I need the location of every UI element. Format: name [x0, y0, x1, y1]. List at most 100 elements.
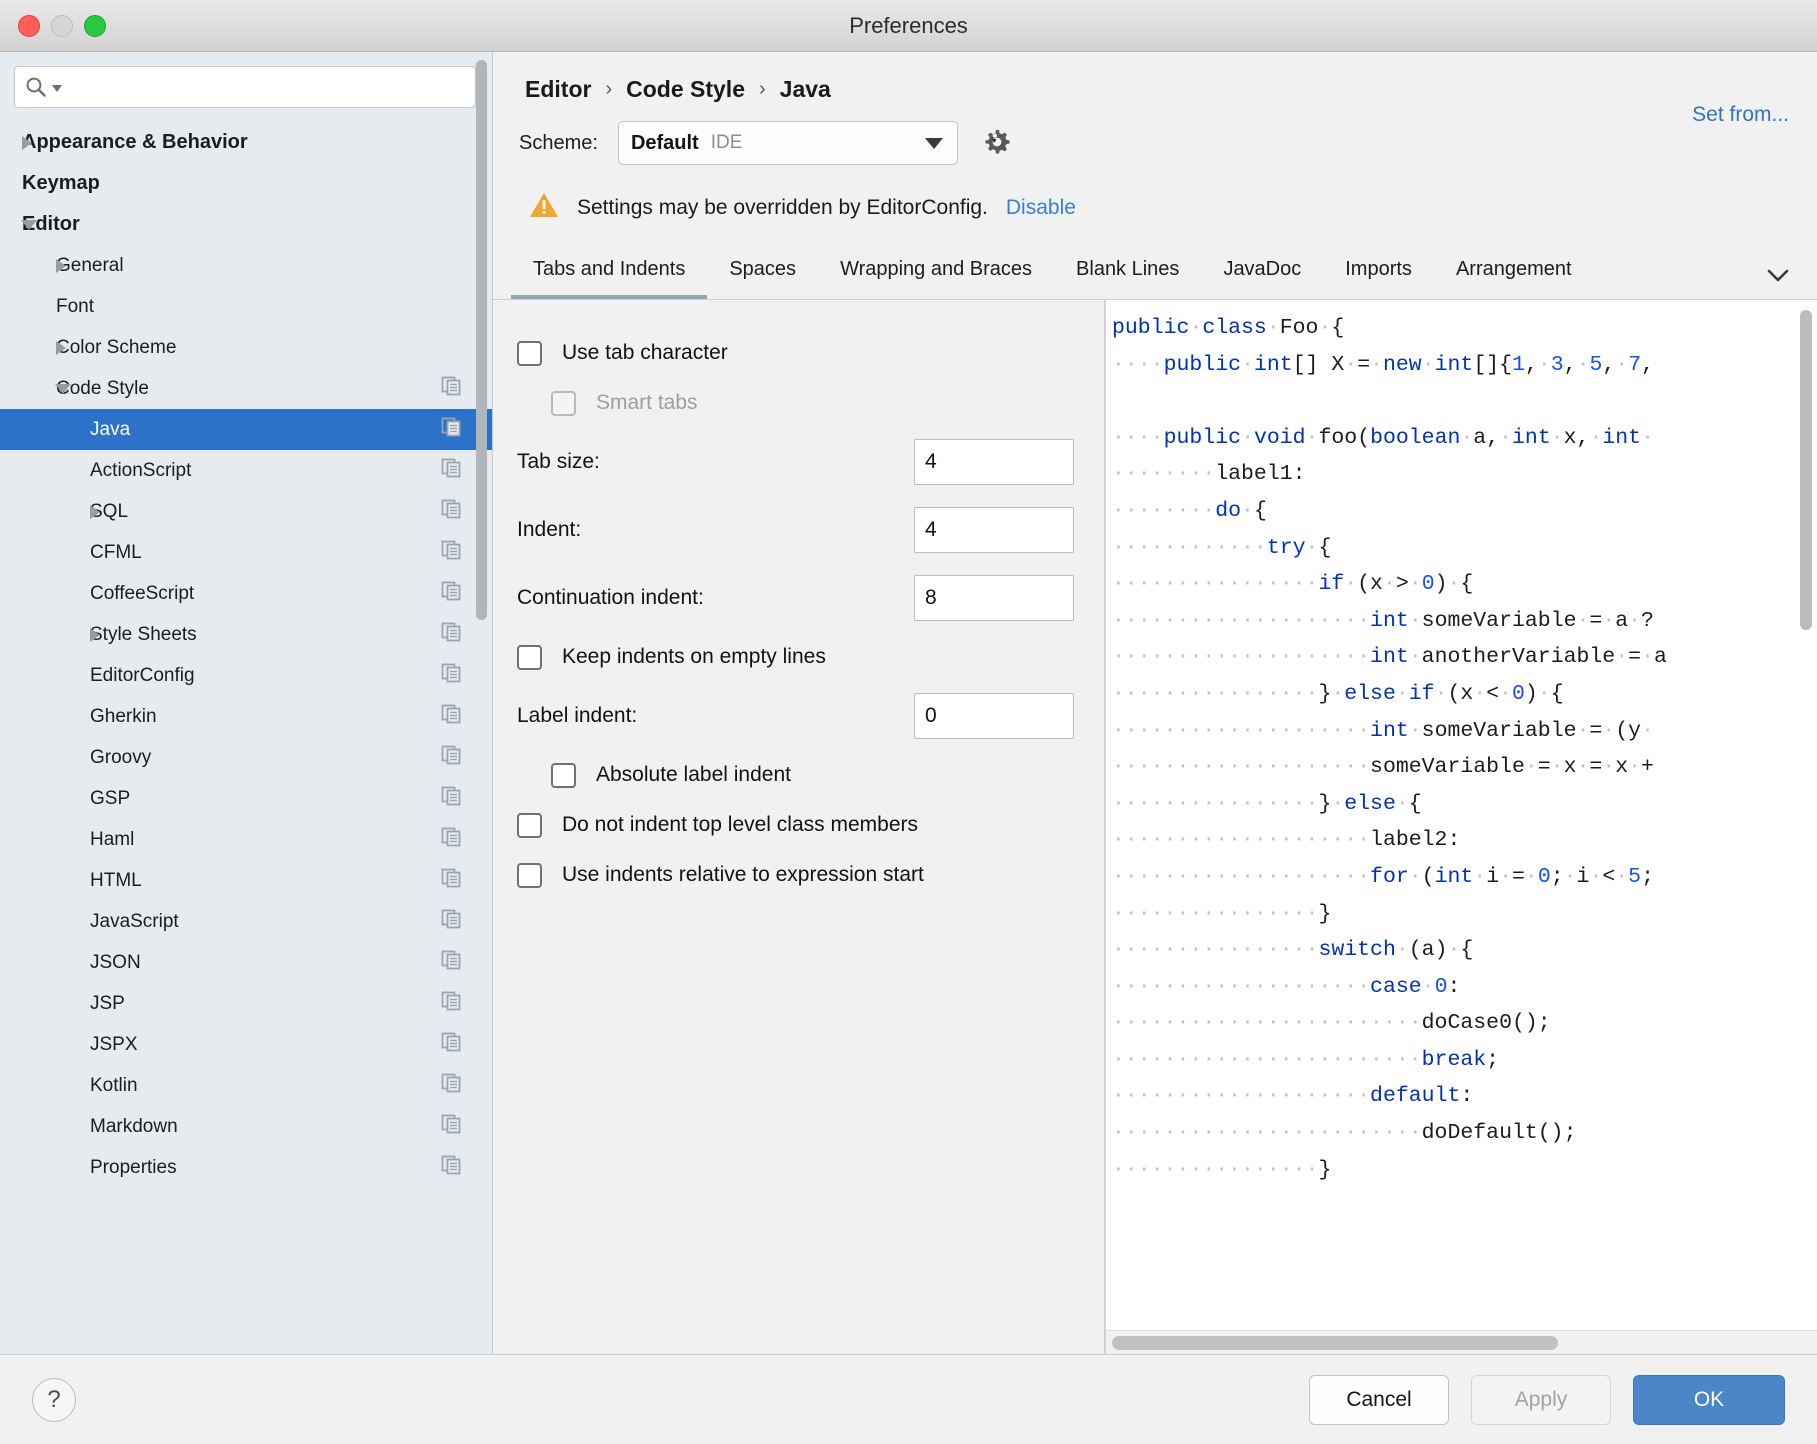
sidebar-item-code-style[interactable]: Code Style	[0, 368, 492, 409]
expand-arrow-icon[interactable]	[90, 504, 100, 519]
copy-scheme-icon[interactable]	[440, 580, 462, 608]
scheme-dropdown[interactable]: Default IDE	[617, 121, 958, 165]
copy-scheme-icon[interactable]	[440, 498, 462, 526]
search-input[interactable]	[66, 77, 465, 97]
copy-scheme-icon[interactable]	[440, 990, 462, 1018]
sidebar-item-actionscript[interactable]: ActionScript	[0, 450, 492, 491]
preview-horizontal-scroll-thumb[interactable]	[1112, 1336, 1558, 1350]
continuation-indent-input[interactable]	[914, 575, 1074, 621]
sidebar-item-groovy[interactable]: Groovy	[0, 737, 492, 778]
sidebar-item-appearance-behavior[interactable]: Appearance & Behavior	[0, 122, 492, 163]
label-indent-input[interactable]	[914, 693, 1074, 739]
copy-scheme-icon[interactable]	[440, 1154, 462, 1182]
sidebar-item-gsp[interactable]: GSP	[0, 778, 492, 819]
sidebar-item-cfml[interactable]: CFML	[0, 532, 492, 573]
gear-icon[interactable]	[980, 126, 1014, 160]
breadcrumb-item-java[interactable]: Java	[780, 76, 831, 103]
copy-scheme-icon[interactable]	[440, 867, 462, 895]
use-tab-character-row[interactable]: Use tab character	[493, 328, 1104, 378]
keep-indents-on-empty-lines-checkbox[interactable]	[517, 644, 542, 670]
expand-arrow-icon[interactable]	[56, 258, 66, 273]
absolute-label-indent-row[interactable]: Absolute label indent	[493, 750, 1104, 800]
sidebar-item-javascript[interactable]: JavaScript	[0, 901, 492, 942]
copy-scheme-icon[interactable]	[440, 662, 462, 690]
sidebar-item-font[interactable]: Font	[0, 286, 492, 327]
copy-scheme-icon[interactable]	[440, 457, 462, 485]
sidebar-item-label: ActionScript	[90, 459, 192, 481]
do-not-indent-top-level-checkbox[interactable]	[517, 812, 542, 838]
expand-arrow-icon[interactable]	[90, 627, 100, 642]
copy-scheme-icon[interactable]	[440, 416, 462, 444]
sidebar-item-editor[interactable]: Editor	[0, 204, 492, 245]
sidebar-scrollbar[interactable]	[476, 60, 487, 620]
keep-indents-on-empty-lines-row[interactable]: Keep indents on empty lines	[493, 632, 1104, 682]
chevron-down-icon	[924, 137, 943, 149]
absolute-label-indent-checkbox[interactable]	[551, 762, 576, 788]
copy-scheme-icon[interactable]	[440, 908, 462, 936]
breadcrumb-item-code-style[interactable]: Code Style	[626, 76, 745, 103]
breadcrumb-item-editor[interactable]: Editor	[525, 76, 591, 103]
sidebar-item-jsp[interactable]: JSP	[0, 983, 492, 1024]
copy-scheme-icon[interactable]	[440, 1031, 462, 1059]
sidebar-item-label: Kotlin	[90, 1074, 138, 1096]
set-from-link[interactable]: Set from...	[1692, 103, 1789, 127]
sidebar-item-label: Style Sheets	[90, 623, 197, 645]
tab-blank-lines[interactable]: Blank Lines	[1054, 252, 1201, 299]
use-indents-relative-row[interactable]: Use indents relative to expression start	[493, 850, 1104, 900]
sidebar-item-java[interactable]: Java	[0, 409, 492, 450]
copy-scheme-icon[interactable]	[440, 539, 462, 567]
collapse-arrow-icon[interactable]	[21, 219, 37, 230]
absolute-label-indent-label: Absolute label indent	[596, 763, 791, 786]
sidebar-item-keymap[interactable]: Keymap	[0, 163, 492, 204]
more-tabs-button[interactable]	[1739, 265, 1817, 299]
copy-scheme-icon[interactable]	[440, 375, 462, 403]
search-dropdown-icon[interactable]	[52, 85, 62, 92]
copy-scheme-icon[interactable]	[440, 826, 462, 854]
sidebar-item-properties[interactable]: Properties	[0, 1147, 492, 1188]
copy-scheme-icon[interactable]	[440, 703, 462, 731]
sidebar-item-gherkin[interactable]: Gherkin	[0, 696, 492, 737]
sidebar-item-jspx[interactable]: JSPX	[0, 1024, 492, 1065]
tab-size-input[interactable]	[914, 439, 1074, 485]
sidebar-item-json[interactable]: JSON	[0, 942, 492, 983]
sidebar-item-general[interactable]: General	[0, 245, 492, 286]
ok-button[interactable]: OK	[1633, 1374, 1785, 1425]
code-preview[interactable]: public·class·Foo·{····public·int[] X·=·n…	[1105, 300, 1817, 1354]
sidebar-item-markdown[interactable]: Markdown	[0, 1106, 492, 1147]
expand-arrow-icon[interactable]	[56, 340, 66, 355]
cancel-button[interactable]: Cancel	[1309, 1374, 1449, 1425]
settings-tree[interactable]: Appearance & Behavior Keymap Editor General…	[0, 118, 492, 1354]
tab-spaces[interactable]: Spaces	[707, 252, 818, 299]
tab-imports[interactable]: Imports	[1323, 252, 1434, 299]
sidebar-item-haml[interactable]: Haml	[0, 819, 492, 860]
sidebar-item-kotlin[interactable]: Kotlin	[0, 1065, 492, 1106]
apply-button[interactable]: Apply	[1471, 1374, 1611, 1425]
collapse-arrow-icon[interactable]	[55, 383, 71, 394]
copy-scheme-icon[interactable]	[440, 1072, 462, 1100]
copy-scheme-icon[interactable]	[440, 621, 462, 649]
do-not-indent-top-level-row[interactable]: Do not indent top level class members	[493, 800, 1104, 850]
copy-scheme-icon[interactable]	[440, 949, 462, 977]
preview-vertical-scrollbar[interactable]	[1800, 310, 1812, 630]
sidebar-item-sql[interactable]: SQL	[0, 491, 492, 532]
tab-arrangement[interactable]: Arrangement	[1434, 252, 1594, 299]
copy-scheme-icon[interactable]	[440, 1113, 462, 1141]
help-button[interactable]: ?	[32, 1377, 76, 1422]
search-box[interactable]	[14, 66, 476, 108]
indent-input[interactable]	[914, 507, 1074, 553]
tab-javadoc[interactable]: JavaDoc	[1201, 252, 1323, 299]
sidebar-item-coffeescript[interactable]: CoffeeScript	[0, 573, 492, 614]
tab-tabs-and-indents[interactable]: Tabs and Indents	[511, 252, 708, 299]
sidebar-item-html[interactable]: HTML	[0, 860, 492, 901]
disable-editorconfig-link[interactable]: Disable	[1006, 196, 1076, 220]
tab-wrapping-and-braces[interactable]: Wrapping and Braces	[818, 252, 1054, 299]
sidebar-item-editorconfig[interactable]: EditorConfig	[0, 655, 492, 696]
sidebar-item-color-scheme[interactable]: Color Scheme	[0, 327, 492, 368]
use-tab-character-checkbox[interactable]	[517, 340, 542, 366]
copy-scheme-icon[interactable]	[440, 785, 462, 813]
copy-scheme-icon[interactable]	[440, 744, 462, 772]
sidebar-item-style-sheets[interactable]: Style Sheets	[0, 614, 492, 655]
expand-arrow-icon[interactable]	[22, 135, 32, 150]
preview-horizontal-scrollbar[interactable]	[1106, 1330, 1817, 1354]
use-indents-relative-checkbox[interactable]	[517, 862, 542, 888]
